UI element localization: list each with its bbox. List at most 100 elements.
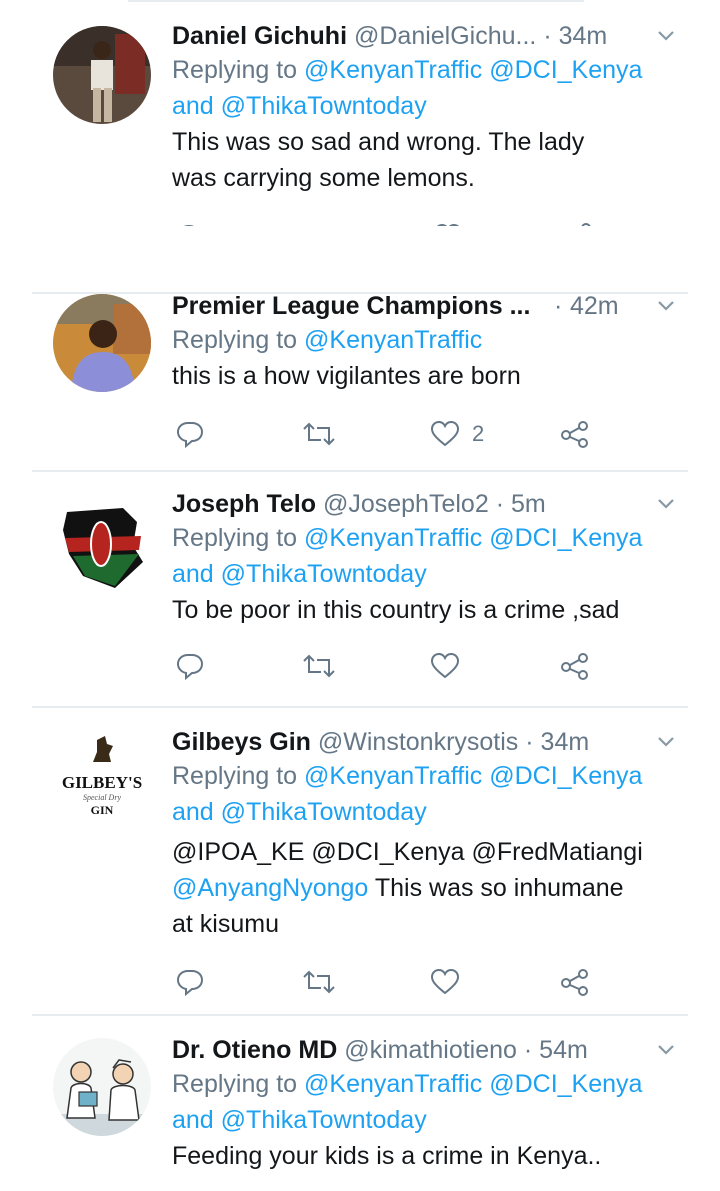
separator: ·: [495, 490, 505, 518]
replying-to: Replying to @KenyanTraffic @DCI_Kenya: [172, 520, 690, 556]
share-icon[interactable]: [564, 216, 592, 226]
reply-mentions[interactable]: @KenyanTraffic @DCI_Kenya: [304, 524, 642, 552]
timestamp[interactable]: 34m: [541, 728, 590, 756]
tweet-card[interactable]: GILBEY'S Special Dry GIN Gilbeys Gin @Wi…: [0, 706, 720, 1016]
divider: [32, 1014, 688, 1016]
reply-icon[interactable]: [176, 414, 204, 454]
replying-to-label: Replying to: [172, 762, 305, 790]
reply-mention[interactable]: @ThikaTowntoday: [221, 1106, 427, 1134]
reply-mention[interactable]: @ThikaTowntoday: [221, 798, 427, 826]
author-name[interactable]: Premier League Champions ...: [172, 292, 530, 320]
avatar[interactable]: GILBEY'S Special Dry GIN: [53, 732, 151, 830]
share-icon[interactable]: [560, 646, 590, 686]
tweet-card[interactable]: Joseph Telo @JosephTelo2 · 5m Replying t…: [0, 470, 720, 708]
tweet-text-line: @AnyangNyongo This was so inhumane: [172, 870, 690, 906]
tweet-text: This was so inhumane: [368, 874, 624, 902]
reply-mentions[interactable]: @KenyanTraffic @DCI_Kenya: [304, 1070, 642, 1098]
author-handle[interactable]: @DanielGichu...: [354, 22, 536, 50]
timestamp[interactable]: 54m: [539, 1036, 588, 1064]
tweet-mention[interactable]: @AnyangNyongo: [172, 874, 368, 902]
replying-to: Replying to @KenyanTraffic @DCI_Kenya: [172, 758, 690, 794]
chevron-down-icon[interactable]: [656, 726, 676, 758]
tweet-text-line: To be poor in this country is a crime ,s…: [172, 596, 620, 624]
avatar-image: [53, 26, 151, 124]
logo-product-text: GIN: [91, 803, 114, 817]
tweet-card[interactable]: Premier League Champions ... · 42m Reply…: [0, 290, 720, 472]
avatar[interactable]: [53, 26, 151, 124]
author-handle[interactable]: @JosephTelo2: [323, 490, 489, 518]
chevron-down-icon[interactable]: [656, 20, 676, 52]
reply-mentions[interactable]: @KenyanTraffic: [304, 326, 482, 354]
reply-icon[interactable]: [176, 962, 204, 1002]
author-name[interactable]: Dr. Otieno MD: [172, 1036, 337, 1064]
replying-to: Replying to @KenyanTraffic @DCI_Kenya: [172, 52, 690, 88]
tweet-text-line: This was so sad and wrong. The lady: [172, 128, 585, 156]
avatar-image: [53, 294, 151, 392]
replying-to-cont: and @ThikaTowntoday: [172, 88, 690, 124]
avatar[interactable]: [53, 492, 151, 590]
replying-to-label: Replying to: [172, 1070, 305, 1098]
reply-mention[interactable]: @ThikaTowntoday: [221, 92, 427, 120]
tweet-actions: [172, 962, 690, 1002]
avatar[interactable]: [53, 1038, 151, 1136]
author-handle[interactable]: @Winstonkrysotis: [318, 728, 518, 756]
author-name[interactable]: Gilbeys Gin: [172, 728, 311, 756]
avatar[interactable]: [53, 294, 151, 392]
tweet-header: Dr. Otieno MD @kimathiotieno · 54m: [172, 1034, 690, 1066]
replying-to-label: Replying to: [172, 524, 305, 552]
chevron-down-icon[interactable]: [656, 488, 676, 520]
reply-mentions[interactable]: @KenyanTraffic @DCI_Kenya: [304, 762, 642, 790]
chevron-down-icon[interactable]: [656, 1034, 676, 1066]
share-icon[interactable]: [560, 414, 590, 454]
like-button[interactable]: 2: [430, 414, 484, 454]
tweet-text-line: this is a how vigilantes are born: [172, 362, 521, 390]
retweet-icon[interactable]: [302, 216, 332, 226]
share-icon[interactable]: [560, 962, 590, 1002]
separator: ·: [554, 292, 563, 320]
chevron-down-icon[interactable]: [656, 290, 676, 322]
like-count: 2: [472, 421, 485, 446]
timestamp[interactable]: 42m: [570, 290, 619, 322]
reply-icon[interactable]: [176, 646, 204, 686]
tweet-text-line: Feeding your kids is a crime in Kenya..: [172, 1142, 602, 1170]
like-icon[interactable]: [430, 420, 460, 448]
reply-mention[interactable]: @ThikaTowntoday: [221, 560, 427, 588]
tweet-header: Premier League Champions ... · 42m: [172, 290, 690, 322]
reply-mentions[interactable]: @KenyanTraffic @DCI_Kenya: [304, 56, 642, 84]
replying-to: Replying to @KenyanTraffic @DCI_Kenya: [172, 1066, 690, 1102]
like-icon[interactable]: [430, 962, 460, 1002]
logo-brand-text: GILBEY'S: [62, 773, 142, 792]
author-name[interactable]: Daniel Gichuhi: [172, 22, 347, 50]
divider: [32, 706, 688, 708]
avatar-image: [53, 1038, 151, 1136]
replying-to-cont: and @ThikaTowntoday: [172, 794, 690, 830]
replying-to-cont: and @ThikaTowntoday: [172, 556, 690, 592]
tweet-header: Joseph Telo @JosephTelo2 · 5m: [172, 488, 690, 520]
tweet-header: Gilbeys Gin @Winstonkrysotis · 34m: [172, 726, 690, 758]
gilbeys-gin-logo: GILBEY'S Special Dry GIN: [53, 732, 151, 830]
reply-and: and: [172, 798, 221, 826]
timestamp[interactable]: 34m: [559, 22, 608, 50]
avatar-image: [53, 492, 151, 590]
tweet-header: Daniel Gichuhi @DanielGichu... · 34m: [172, 20, 690, 52]
like-icon[interactable]: [434, 216, 462, 226]
tweet-card[interactable]: Daniel Gichuhi @DanielGichu... · 34m Rep…: [0, 0, 720, 280]
reply-and: and: [172, 1106, 221, 1134]
tweet-mentions[interactable]: @IPOA_KE @DCI_Kenya @FredMatiangi: [172, 834, 690, 870]
author-name[interactable]: Joseph Telo: [172, 490, 316, 518]
retweet-icon[interactable]: [302, 414, 336, 454]
tweet-text-line: was carrying some lemons.: [172, 164, 475, 192]
tweet-card[interactable]: Dr. Otieno MD @kimathiotieno · 54m Reply…: [0, 1014, 720, 1191]
tweet-text-line: at kisumu: [172, 910, 279, 938]
reply-and: and: [172, 92, 221, 120]
separator: ·: [523, 1036, 533, 1064]
reply-and: and: [172, 560, 221, 588]
like-icon[interactable]: [430, 646, 460, 686]
retweet-icon[interactable]: [302, 962, 336, 1002]
separator: ·: [543, 22, 552, 50]
retweet-icon[interactable]: [302, 646, 336, 686]
author-handle[interactable]: @kimathiotieno: [344, 1036, 517, 1064]
reply-icon[interactable]: [176, 216, 202, 226]
separator: ·: [525, 728, 534, 756]
timestamp[interactable]: 5m: [511, 490, 546, 518]
